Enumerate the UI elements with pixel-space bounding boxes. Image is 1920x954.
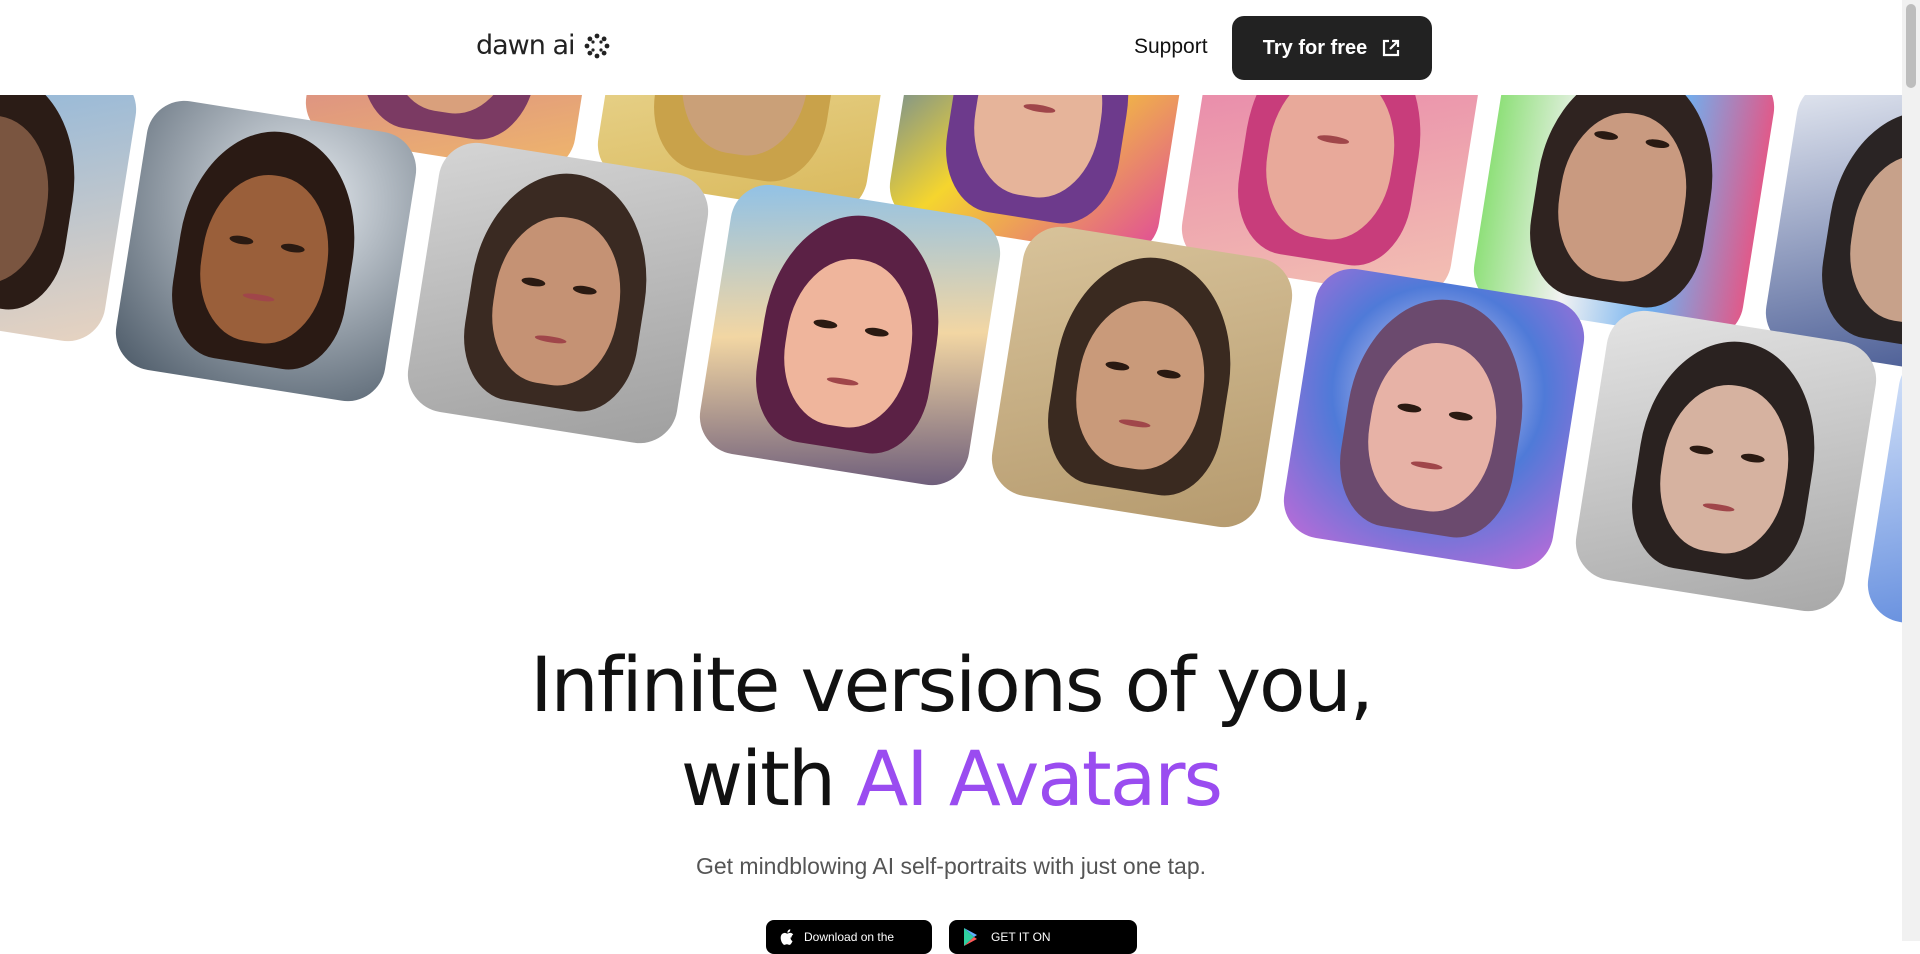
google-play-button[interactable]: GET IT ON (949, 920, 1137, 954)
hero-title-accent: AI Avatars (856, 734, 1223, 823)
try-for-free-label: Try for free (1262, 36, 1368, 59)
try-for-free-button[interactable]: Try for free (1232, 16, 1432, 80)
logo-text: dawn ai (476, 30, 576, 61)
app-store-label: Download on the (804, 930, 895, 944)
scrollbar-thumb[interactable] (1906, 4, 1916, 88)
logo[interactable]: dawn ai (476, 30, 611, 61)
google-play-icon (964, 928, 977, 946)
hero-subtitle: Get mindblowing AI self-portraits with j… (695, 853, 1207, 879)
avatar-card (110, 95, 422, 407)
avatar-card (1570, 305, 1882, 617)
avatar-card (402, 137, 714, 449)
sparkle-ring-icon (584, 33, 609, 58)
avatar-gallery (0, 95, 1902, 655)
hero-title-line1: Infinite versions of you, (530, 640, 1374, 729)
avatar-card (986, 221, 1298, 533)
avatar-card (694, 179, 1006, 491)
avatar-card (1278, 263, 1590, 575)
google-play-label: GET IT ON (991, 930, 1051, 944)
apple-icon (780, 929, 794, 945)
page-scrollbar[interactable] (1902, 0, 1920, 941)
hero-title-prefix: with (680, 734, 857, 823)
external-link-icon (1383, 39, 1400, 57)
site-header: dawn ai Support Try for free (0, 0, 1902, 95)
hero-title: Infinite versions of you, with AI Avatar… (0, 638, 1902, 826)
app-store-button[interactable]: Download on the (766, 920, 932, 954)
support-link[interactable]: Support (1134, 35, 1208, 59)
